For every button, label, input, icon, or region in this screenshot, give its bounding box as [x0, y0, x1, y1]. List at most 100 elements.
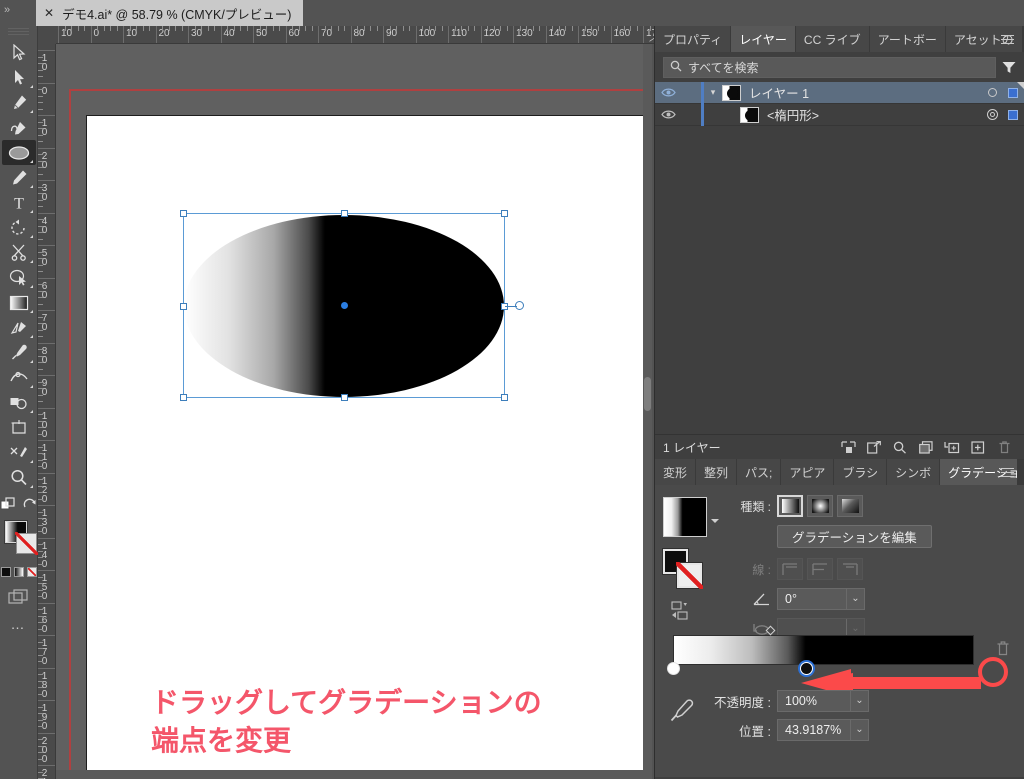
- handle-bottom-left[interactable]: [180, 394, 187, 401]
- opacity-field[interactable]: 100% ⌄: [777, 690, 869, 712]
- chevron-down-icon[interactable]: ▾: [704, 87, 722, 98]
- reverse-gradient-icon[interactable]: [671, 601, 701, 623]
- eyedropper-icon[interactable]: [669, 698, 695, 729]
- gradient-stroke-box-none[interactable]: [677, 563, 702, 588]
- delete-layer-icon[interactable]: [992, 437, 1016, 457]
- target-indicator[interactable]: [982, 88, 1002, 97]
- canvas-area[interactable]: ドラッグしてグラデーションの 端点を変更: [56, 44, 652, 779]
- panel-menu-icon[interactable]: [995, 26, 1020, 52]
- shape-builder-tool[interactable]: [2, 390, 36, 415]
- layer-row-ellipse[interactable]: <楕円形>: [655, 104, 1024, 126]
- stroke-swatch-none[interactable]: [16, 533, 37, 554]
- tab-layers[interactable]: レイヤー: [731, 26, 796, 52]
- collect-in-new-layer-icon[interactable]: [914, 437, 938, 457]
- edit-gradient-button[interactable]: グラデーションを編集: [777, 525, 932, 548]
- tab-brushes[interactable]: ブラシ: [834, 459, 887, 485]
- blend-tool[interactable]: [2, 315, 36, 340]
- stroke-within-button[interactable]: [777, 558, 803, 580]
- rotate-tool[interactable]: [2, 215, 36, 240]
- pen-tool[interactable]: [2, 90, 36, 115]
- zoom-tool[interactable]: [2, 465, 36, 490]
- width-tool[interactable]: [2, 365, 36, 390]
- canvas-scroll-thumb[interactable]: [644, 377, 651, 411]
- direct-selection-tool[interactable]: [2, 65, 36, 90]
- search-layer-icon[interactable]: [888, 437, 912, 457]
- layers-list[interactable]: ▾ レイヤー 1 <楕円形>: [655, 82, 1024, 434]
- layer-name[interactable]: レイヤー 1: [741, 83, 982, 102]
- search-input[interactable]: すべてを検索: [663, 57, 996, 78]
- tab-appearance[interactable]: アピア: [781, 459, 834, 485]
- funnel-icon[interactable]: [1002, 61, 1016, 74]
- freeform-gradient-type-button[interactable]: [837, 495, 863, 517]
- gradient-slider-track[interactable]: [673, 635, 974, 665]
- slice-tool[interactable]: [2, 440, 36, 465]
- stroke-along-button[interactable]: [807, 558, 833, 580]
- tab-align[interactable]: 整列: [696, 459, 737, 485]
- gradient-tool[interactable]: [2, 290, 36, 315]
- horizontal-ruler[interactable]: 1001020304050607080901001101201301401501…: [38, 26, 660, 44]
- curvature-tool[interactable]: [2, 115, 36, 140]
- handle-bottom-center[interactable]: [341, 394, 348, 401]
- tab-pathfinder[interactable]: パス;: [737, 459, 781, 485]
- gradient-presets-chevron-icon[interactable]: [711, 519, 719, 523]
- shaper-tool[interactable]: [2, 265, 36, 290]
- new-sublayer-icon[interactable]: [940, 437, 964, 457]
- gradient-mode-icon[interactable]: [14, 567, 24, 577]
- pencil-tool[interactable]: [2, 165, 36, 190]
- canvas-horizontal-scrollbar[interactable]: [56, 770, 652, 779]
- none-mode-icon[interactable]: [27, 567, 37, 577]
- linear-gradient-type-button[interactable]: [777, 495, 803, 517]
- tab-cc-libraries[interactable]: CC ライブ: [796, 26, 870, 52]
- eyedropper-tool[interactable]: [2, 340, 36, 365]
- handle-middle-left[interactable]: [180, 303, 187, 310]
- document-tab[interactable]: ✕ デモ4.ai* @ 58.79 % (CMYK/プレビュー): [36, 0, 303, 26]
- visibility-eye-icon[interactable]: [655, 87, 681, 98]
- gradient-preview-swatch[interactable]: [663, 497, 707, 537]
- tab-transform[interactable]: 変形: [655, 459, 696, 485]
- handle-top-left[interactable]: [180, 210, 187, 217]
- handle-top-center[interactable]: [341, 210, 348, 217]
- radial-gradient-type-button[interactable]: [807, 495, 833, 517]
- artboard-tool[interactable]: [2, 415, 36, 440]
- ruler-origin-corner[interactable]: [38, 26, 56, 44]
- color-mode-icon[interactable]: [1, 567, 11, 577]
- canvas-vertical-scrollbar[interactable]: [643, 44, 652, 779]
- tab-symbols[interactable]: シンボ: [887, 459, 940, 485]
- fill-stroke-swatches[interactable]: [0, 519, 38, 563]
- gradient-panel-menu-icon[interactable]: [995, 459, 1020, 485]
- vertical-ruler[interactable]: 1001020304050607080901001101201301401501…: [38, 44, 56, 779]
- location-field[interactable]: 43.9187% ⌄: [777, 719, 869, 741]
- handle-top-right[interactable]: [501, 210, 508, 217]
- gradient-endpoint-handle[interactable]: [515, 301, 524, 310]
- screen-mode-icon[interactable]: [0, 589, 37, 606]
- gradient-angle-field[interactable]: 0° ⌄: [777, 588, 865, 610]
- ellipse-tool[interactable]: [2, 140, 36, 165]
- gradient-stop-start[interactable]: [667, 662, 680, 675]
- handle-bottom-right[interactable]: [501, 394, 508, 401]
- object-name[interactable]: <楕円形>: [759, 105, 982, 124]
- stroke-across-button[interactable]: [837, 558, 863, 580]
- angle-dropdown-chevron-icon[interactable]: ⌄: [846, 589, 864, 609]
- toolbar-grip[interactable]: [8, 28, 29, 37]
- type-tool[interactable]: T: [2, 190, 36, 215]
- new-layer-icon[interactable]: [966, 437, 990, 457]
- collapse-panel-chevron[interactable]: »: [4, 4, 8, 16]
- visibility-eye-icon[interactable]: [655, 109, 681, 120]
- gradient-origin-point[interactable]: [341, 302, 348, 309]
- layer-row-layer-1[interactable]: ▾ レイヤー 1: [655, 82, 1024, 104]
- artboard[interactable]: ドラッグしてグラデーションの 端点を変更: [86, 115, 652, 779]
- locate-object-icon[interactable]: [836, 437, 860, 457]
- tab-artboards[interactable]: アートボー: [870, 26, 946, 52]
- scissors-tool[interactable]: [2, 240, 36, 265]
- selection-color-square[interactable]: [1002, 110, 1024, 120]
- draw-mode-icon[interactable]: [0, 497, 17, 517]
- target-indicator-selected[interactable]: [982, 109, 1002, 120]
- opacity-dropdown-chevron-icon[interactable]: ⌄: [850, 691, 868, 711]
- swap-fill-stroke-icon[interactable]: [23, 498, 38, 516]
- tab-properties[interactable]: プロパティ: [655, 26, 731, 52]
- selection-tool[interactable]: [2, 40, 36, 65]
- release-to-layers-icon[interactable]: [862, 437, 886, 457]
- location-dropdown-chevron-icon[interactable]: ⌄: [850, 720, 868, 740]
- edit-toolbar-icon[interactable]: …: [0, 616, 37, 632]
- selection-color-square[interactable]: [1002, 88, 1024, 98]
